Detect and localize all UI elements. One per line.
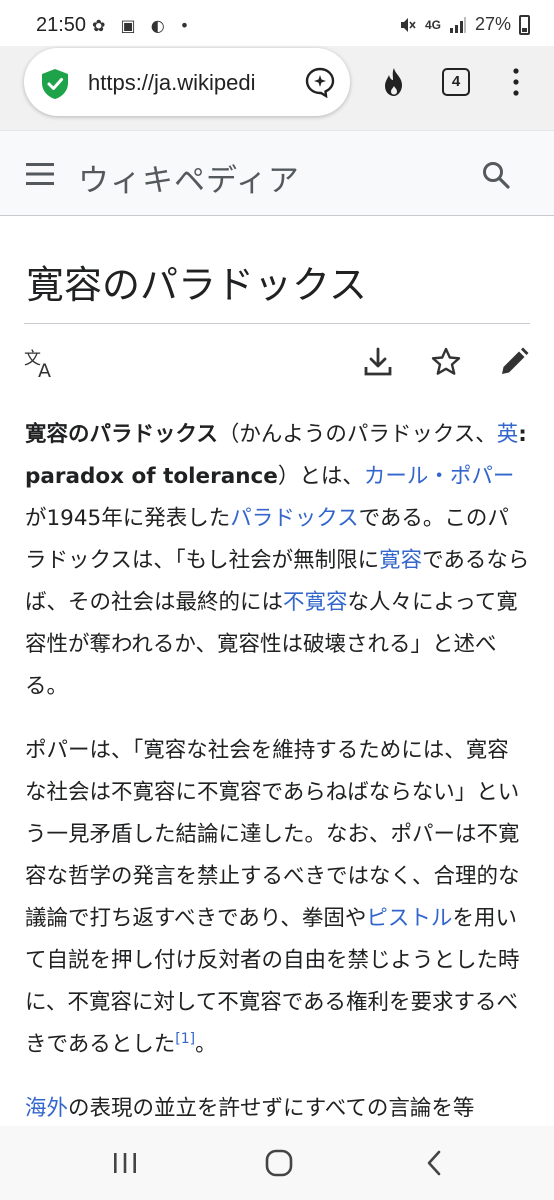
url-text[interactable]: https://ja.wikipedi bbox=[88, 70, 298, 96]
text: の表現の並立を許せずにすべての言論を等 bbox=[68, 1096, 475, 1121]
text: : bbox=[518, 422, 527, 447]
tabs-button[interactable]: 4 bbox=[442, 68, 470, 96]
text: 。 bbox=[195, 1032, 217, 1057]
text: （かんようのパラドックス、 bbox=[217, 422, 497, 447]
paragraph-partial: 海外の表現の並立を許せずにすべての言論を等 bbox=[25, 1088, 530, 1130]
battery-percent: 27% bbox=[474, 14, 511, 34]
link-pistol[interactable]: ピストル bbox=[366, 906, 452, 931]
term-bold: 寛容のパラドックス bbox=[25, 422, 218, 447]
status-time: 21:50 bbox=[36, 14, 87, 36]
reference-link[interactable]: [1] bbox=[175, 1031, 195, 1047]
paragraph-popper: ポパーは、「寛容な社会を維持するためには、寛容な社会は不寛容に不寛容であらねばな… bbox=[25, 730, 530, 1066]
link-english[interactable]: 英 bbox=[497, 422, 519, 447]
home-icon[interactable] bbox=[264, 1148, 294, 1178]
menu-icon[interactable] bbox=[26, 162, 54, 186]
link-overseas[interactable]: 海外 bbox=[25, 1096, 68, 1121]
system-nav-bar bbox=[0, 1126, 554, 1200]
wiki-header: ウィキペディア bbox=[0, 130, 554, 216]
link-paradox[interactable]: パラドックス bbox=[230, 506, 358, 531]
address-bar[interactable]: https://ja.wikipedi bbox=[24, 48, 350, 116]
back-icon[interactable] bbox=[424, 1150, 444, 1176]
english-term: paradox of tolerance bbox=[25, 464, 278, 489]
star-icon[interactable] bbox=[430, 346, 462, 378]
edit-icon[interactable] bbox=[498, 346, 530, 378]
status-right: 4G 27% bbox=[399, 14, 530, 35]
notification-icons: ✿ ▣ ◐ • bbox=[92, 16, 195, 35]
text: ポパーは、「寛容な社会を維持するためには、寛容な社会は不寛容に不寛容であらねばな… bbox=[25, 738, 520, 931]
link-karl-popper[interactable]: カール・ポパー bbox=[364, 464, 515, 489]
browser-toolbar: https://ja.wikipedi 4 bbox=[0, 46, 554, 130]
status-bar: 21:50 ✿ ▣ ◐ • 4G 27% bbox=[0, 0, 554, 46]
flame-icon[interactable] bbox=[378, 66, 410, 98]
more-vert-icon[interactable] bbox=[510, 66, 522, 98]
page-title: 寛容のパラドックス bbox=[26, 263, 367, 307]
text: が1945年に発表した bbox=[25, 506, 231, 531]
paragraph-intro: 寛容のパラドックス（かんようのパラドックス、英: paradox of tole… bbox=[25, 414, 530, 708]
signal-icon bbox=[449, 16, 466, 33]
mute-icon bbox=[400, 17, 416, 32]
link-intolerance[interactable]: 不寛容 bbox=[283, 590, 348, 615]
title-divider bbox=[24, 323, 530, 324]
svg-text:A: A bbox=[38, 360, 51, 379]
link-tolerance[interactable]: 寛容 bbox=[379, 548, 422, 573]
download-icon[interactable] bbox=[362, 346, 394, 378]
text: ）とは、 bbox=[277, 464, 364, 489]
assistant-icon[interactable] bbox=[304, 66, 336, 98]
battery-icon bbox=[519, 14, 530, 35]
language-icon[interactable]: 文 A bbox=[24, 347, 58, 379]
recent-apps-icon[interactable] bbox=[112, 1151, 138, 1175]
shield-check-icon[interactable] bbox=[40, 68, 70, 100]
network-type: 4G bbox=[424, 17, 441, 32]
wiki-logo[interactable]: ウィキペディア bbox=[78, 155, 300, 200]
article-body: 寛容のパラドックス（かんようのパラドックス、英: paradox of tole… bbox=[25, 414, 530, 1152]
search-icon[interactable] bbox=[482, 161, 510, 189]
